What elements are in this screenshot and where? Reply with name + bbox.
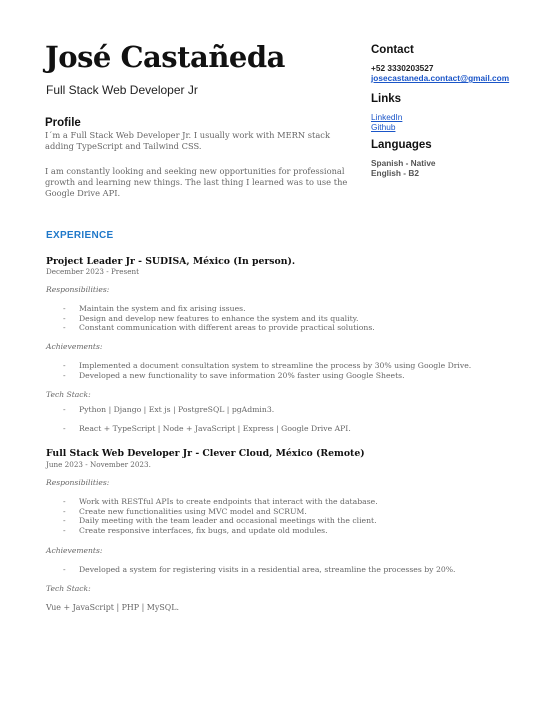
job-title-1: Project Leader Jr - SUDISA, México (In p… <box>46 256 296 267</box>
list-item: React + TypeScript | Node + JavaScript |… <box>46 424 351 434</box>
job-title: Full Stack Web Developer Jr <box>46 83 198 97</box>
list-item: Create new functionalities using MVC mod… <box>46 507 378 517</box>
resume-name: José Castañeda <box>45 40 285 74</box>
job-dates-2: June 2023 - November 2023. <box>46 460 151 469</box>
profile-paragraph-2: I am constantly looking and seeking new … <box>45 166 348 198</box>
tech-stack-label: Tech Stack: <box>46 390 91 399</box>
list-item: Daily meeting with the team leader and o… <box>46 516 378 526</box>
profile-paragraph-1: I´m a Full Stack Web Developer Jr. I usu… <box>45 130 330 151</box>
responsibilities-label: Responsibilities: <box>46 478 110 487</box>
achievements-label: Achievements: <box>46 342 103 351</box>
tech-stack-list: Python | Django | Ext js | PostgreSQL | … <box>46 405 351 433</box>
list-item: Constant communication with different ar… <box>46 323 375 333</box>
experience-heading: EXPERIENCE <box>46 230 114 241</box>
github-link[interactable]: Github <box>371 122 395 132</box>
contact-heading: Contact <box>371 44 414 56</box>
list-item: Design and develop new features to enhan… <box>46 314 375 324</box>
language-item: English - B2 <box>371 168 419 178</box>
responsibilities-list: Maintain the system and fix arising issu… <box>46 304 375 333</box>
contact-email-link[interactable]: josecastaneda.contact@gmail.com <box>371 73 509 83</box>
list-item: Developed a system for registering visit… <box>46 565 456 575</box>
profile-heading: Profile <box>45 117 81 129</box>
contact-phone: +52 3330203527 <box>371 63 434 73</box>
list-item: Developed a new functionality to save in… <box>46 371 471 381</box>
achievements-label: Achievements: <box>46 546 103 555</box>
languages-heading: Languages <box>371 139 432 151</box>
list-item: Maintain the system and fix arising issu… <box>46 304 375 314</box>
tech-stack-text: Vue + JavaScript | PHP | MySQL. <box>46 603 179 612</box>
list-item: Work with RESTful APIs to create endpoin… <box>46 497 378 507</box>
list-item: Implemented a document consultation syst… <box>46 361 471 371</box>
language-item: Spanish - Native <box>371 158 436 168</box>
linkedin-link[interactable]: LinkedIn <box>371 112 402 122</box>
responsibilities-label: Responsibilities: <box>46 285 110 294</box>
achievements-list: Developed a system for registering visit… <box>46 565 456 575</box>
list-item: Create responsive interfaces, fix bugs, … <box>46 526 378 536</box>
achievements-list: Implemented a document consultation syst… <box>46 361 471 380</box>
responsibilities-list: Work with RESTful APIs to create endpoin… <box>46 497 378 535</box>
links-heading: Links <box>371 93 402 105</box>
job-dates-1: December 2023 - Present <box>46 267 139 276</box>
list-item: Python | Django | Ext js | PostgreSQL | … <box>46 405 351 415</box>
job-title-2: Full Stack Web Developer Jr - Clever Clo… <box>46 448 365 459</box>
tech-stack-label: Tech Stack: <box>46 584 91 593</box>
